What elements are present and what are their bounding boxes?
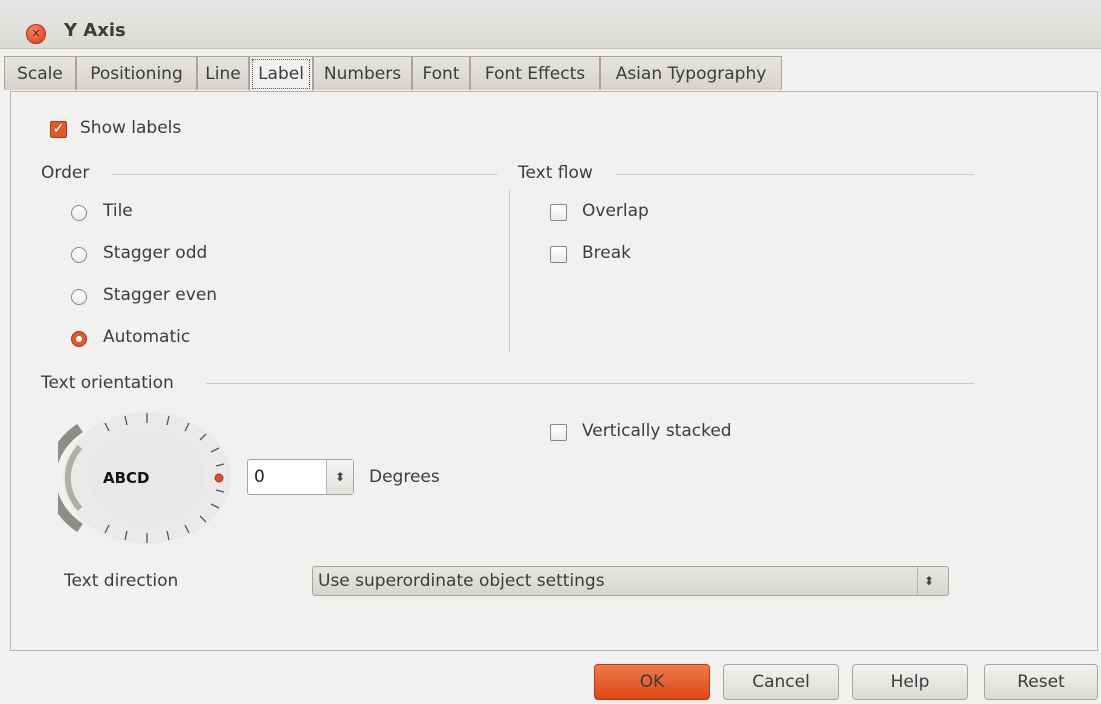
vertically-stacked-checkbox[interactable] bbox=[550, 424, 567, 441]
ok-button[interactable]: OK bbox=[594, 664, 710, 700]
automatic-radio[interactable] bbox=[71, 331, 87, 347]
cancel-button[interactable]: Cancel bbox=[723, 664, 839, 700]
dial-preview-text: ABCD bbox=[103, 469, 150, 487]
tab-font-effects[interactable]: Font Effects bbox=[470, 56, 600, 90]
text-flow-divider-vertical bbox=[509, 190, 510, 352]
tab-asian-typography[interactable]: Asian Typography bbox=[600, 56, 782, 90]
tab-label[interactable]: Label bbox=[249, 56, 313, 92]
help-button[interactable]: Help bbox=[852, 664, 968, 700]
tab-scale[interactable]: Scale bbox=[4, 56, 76, 90]
degrees-value: 0 bbox=[254, 467, 265, 487]
text-direction-label: Text direction bbox=[64, 571, 179, 591]
tile-label: Tile bbox=[103, 201, 133, 221]
break-checkbox[interactable] bbox=[550, 246, 567, 263]
vertically-stacked-label: Vertically stacked bbox=[582, 421, 732, 441]
chevron-updown-icon: ⬍ bbox=[917, 567, 940, 595]
text-direction-select[interactable]: Use superordinate object settings ⬍ bbox=[312, 566, 949, 596]
show-labels-label: Show labels bbox=[80, 118, 182, 138]
text-orientation-heading: Text orientation bbox=[41, 373, 174, 393]
overlap-checkbox[interactable] bbox=[550, 204, 567, 221]
text-direction-value: Use superordinate object settings bbox=[318, 571, 605, 591]
break-label: Break bbox=[582, 243, 631, 263]
tab-font[interactable]: Font bbox=[412, 56, 470, 90]
automatic-label: Automatic bbox=[103, 327, 191, 347]
tile-radio[interactable] bbox=[71, 205, 87, 221]
tab-positioning[interactable]: Positioning bbox=[76, 56, 197, 90]
tab-numbers[interactable]: Numbers bbox=[313, 56, 412, 90]
stagger-odd-label: Stagger odd bbox=[103, 243, 208, 263]
text-flow-divider bbox=[616, 174, 974, 175]
reset-button[interactable]: Reset bbox=[984, 664, 1098, 700]
stagger-even-radio[interactable] bbox=[71, 289, 87, 305]
order-heading: Order bbox=[41, 163, 90, 183]
window-title: Y Axis bbox=[64, 20, 126, 41]
spin-updown-icon[interactable]: ⬍ bbox=[326, 460, 353, 494]
close-icon[interactable]: ✕ bbox=[26, 24, 46, 44]
stagger-odd-radio[interactable] bbox=[71, 247, 87, 263]
order-divider bbox=[112, 174, 497, 175]
title-bar: ✕ Y Axis bbox=[0, 0, 1101, 49]
tab-bar: Scale Positioning Line Numbers Font Font… bbox=[0, 56, 1101, 92]
tab-line[interactable]: Line bbox=[197, 56, 249, 90]
degrees-label: Degrees bbox=[369, 467, 440, 487]
stagger-even-label: Stagger even bbox=[103, 285, 218, 305]
overlap-label: Overlap bbox=[582, 201, 649, 221]
text-flow-heading: Text flow bbox=[518, 163, 593, 183]
show-labels-checkbox[interactable]: ✓ bbox=[50, 121, 67, 138]
text-orientation-divider bbox=[206, 383, 974, 384]
degrees-spinbox[interactable]: 0 ⬍ bbox=[247, 459, 354, 495]
